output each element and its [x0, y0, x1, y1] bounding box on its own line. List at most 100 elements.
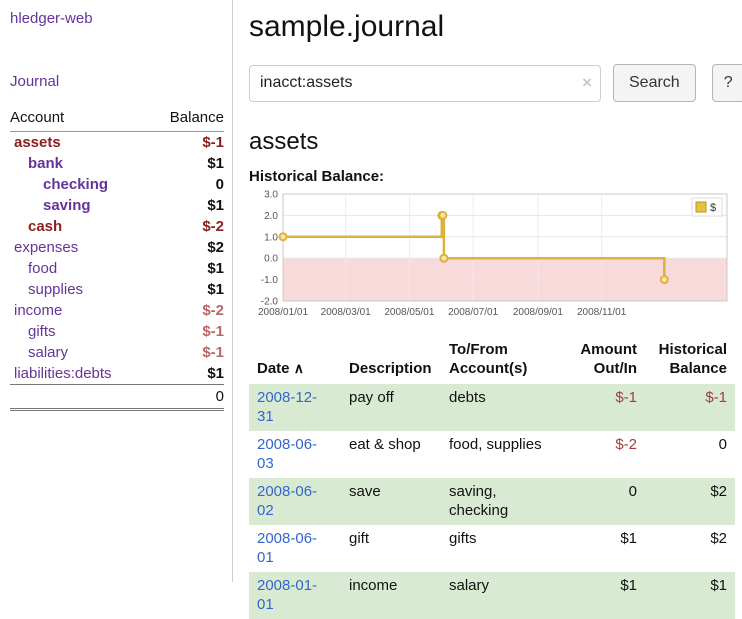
- account-balance: $-2: [150, 300, 224, 321]
- data-point-marker: [440, 255, 447, 262]
- account-link[interactable]: liabilities:debts: [14, 365, 112, 382]
- register-header-row: Date ∧ Description To/From Account(s) Am…: [249, 339, 735, 384]
- transaction-balance: $2: [645, 478, 735, 525]
- account-balance: $1: [150, 195, 224, 216]
- transaction-date-link[interactable]: 2008-06-03: [257, 436, 317, 473]
- accounts-body: assets$-1bank$1checking0saving$1cash$-2e…: [10, 132, 224, 385]
- data-point-marker: [661, 276, 668, 283]
- search-button[interactable]: Search: [613, 64, 696, 102]
- x-tick-label: 2008/09/01: [513, 307, 563, 318]
- main-content: sample.journal × Search ? assets Histori…: [233, 0, 742, 582]
- account-link[interactable]: bank: [28, 155, 63, 172]
- transaction-balance: $2: [645, 525, 735, 572]
- sidebar-item-journal[interactable]: Journal: [10, 73, 224, 90]
- account-row: expenses $2: [10, 237, 224, 258]
- account-link[interactable]: assets: [14, 134, 61, 151]
- account-balance: $2: [150, 237, 224, 258]
- accounts-header-account: Account: [10, 106, 150, 132]
- x-tick-label: 2008/03/01: [321, 307, 371, 318]
- register-header-account: To/From Account(s): [441, 339, 567, 384]
- transaction-date-cell: 2008-01-01: [249, 572, 341, 619]
- account-link[interactable]: checking: [43, 176, 108, 193]
- account-row: supplies $1: [10, 279, 224, 300]
- y-tick-label: -1.0: [261, 275, 279, 286]
- accounts-total-value: 0: [150, 385, 224, 410]
- y-tick-label: 1.0: [264, 232, 278, 243]
- transaction-balance: $1: [645, 572, 735, 619]
- account-heading: assets: [249, 128, 742, 156]
- transaction-description: pay off: [341, 384, 441, 431]
- transaction-date-link[interactable]: 2008-06-01: [257, 530, 317, 567]
- transaction-amount: 0: [567, 478, 645, 525]
- y-tick-label: 0.0: [264, 254, 278, 265]
- app-title-link[interactable]: hledger-web: [10, 10, 224, 27]
- account-row: gifts $-1: [10, 321, 224, 342]
- sort-ascending-icon: ∧: [294, 360, 304, 376]
- register-table: Date ∧ Description To/From Account(s) Am…: [249, 339, 735, 619]
- transaction-date-cell: 2008-06-03: [249, 431, 341, 478]
- legend-swatch: [696, 202, 706, 212]
- account-link[interactable]: saving: [43, 197, 91, 214]
- data-point-marker: [280, 233, 287, 240]
- register-header-amount: Amount Out/In: [567, 339, 645, 384]
- account-balance: $-1: [150, 321, 224, 342]
- y-tick-label: 2.0: [264, 211, 278, 222]
- account-balance: $1: [150, 279, 224, 300]
- transaction-description: income: [341, 572, 441, 619]
- search-bar: × Search ?: [249, 64, 742, 102]
- accounts-total-spacer: [10, 385, 150, 410]
- search-box: ×: [249, 65, 601, 102]
- transaction-amount: $-1: [567, 384, 645, 431]
- transaction-description: eat & shop: [341, 431, 441, 478]
- y-tick-label: -2.0: [261, 297, 279, 308]
- account-link[interactable]: supplies: [28, 281, 83, 298]
- account-row: food $1: [10, 258, 224, 279]
- register-header-balance: Historical Balance: [645, 339, 735, 384]
- register-row: 2008-06-02savesaving, checking0$2: [249, 478, 735, 525]
- transaction-date-link[interactable]: 2008-06-02: [257, 483, 317, 520]
- account-link[interactable]: salary: [28, 344, 68, 361]
- account-row: assets $-1: [10, 132, 224, 154]
- help-button[interactable]: ?: [712, 64, 742, 102]
- account-row: liabilities:debts $1: [10, 363, 224, 385]
- account-balance: $1: [150, 153, 224, 174]
- register-row: 2008-06-03eat & shopfood, supplies$-20: [249, 431, 735, 478]
- clear-search-icon[interactable]: ×: [582, 73, 592, 93]
- transaction-accounts: saving, checking: [441, 478, 567, 525]
- app: hledger-web Journal Account Balance asse…: [0, 0, 742, 582]
- account-balance: $1: [150, 363, 224, 385]
- accounts-total-row: 0: [10, 385, 224, 410]
- accounts-header-balance: Balance: [150, 106, 224, 132]
- register-row: 2008-06-01giftgifts$1$2: [249, 525, 735, 572]
- register-row: 2008-12-31pay offdebts$-1$-1: [249, 384, 735, 431]
- account-balance: $-1: [150, 132, 224, 154]
- transaction-date-cell: 2008-12-31: [249, 384, 341, 431]
- account-link[interactable]: food: [28, 260, 57, 277]
- account-row: income $-2: [10, 300, 224, 321]
- account-link[interactable]: gifts: [28, 323, 56, 340]
- register-header-date[interactable]: Date ∧: [249, 339, 341, 384]
- search-input[interactable]: [249, 65, 601, 102]
- account-row: salary $-1: [10, 342, 224, 363]
- account-link[interactable]: cash: [28, 218, 62, 235]
- transaction-balance: $-1: [645, 384, 735, 431]
- account-balance: $-1: [150, 342, 224, 363]
- balance-chart: 3.02.01.00.0-1.0-2.02008/01/012008/03/01…: [249, 187, 735, 325]
- account-link[interactable]: income: [14, 302, 62, 319]
- transaction-date-link[interactable]: 2008-12-31: [257, 389, 317, 426]
- x-tick-label: 2008/11/01: [577, 307, 627, 318]
- account-balance: $1: [150, 258, 224, 279]
- chart-title: Historical Balance:: [249, 168, 742, 185]
- register-header-description: Description: [341, 339, 441, 384]
- accounts-table: Account Balance assets $-1 bank $1 checking 0…: [10, 106, 224, 411]
- account-balance: 0: [150, 174, 224, 195]
- transaction-accounts: debts: [441, 384, 567, 431]
- sidebar: hledger-web Journal Account Balance asse…: [0, 0, 233, 582]
- account-link[interactable]: expenses: [14, 239, 78, 256]
- account-row: saving $1: [10, 195, 224, 216]
- account-balance: $-2: [150, 216, 224, 237]
- account-row: cash $-2: [10, 216, 224, 237]
- x-tick-label: 2008/07/01: [448, 307, 498, 318]
- transaction-date-cell: 2008-06-01: [249, 525, 341, 572]
- data-point-marker: [439, 212, 446, 219]
